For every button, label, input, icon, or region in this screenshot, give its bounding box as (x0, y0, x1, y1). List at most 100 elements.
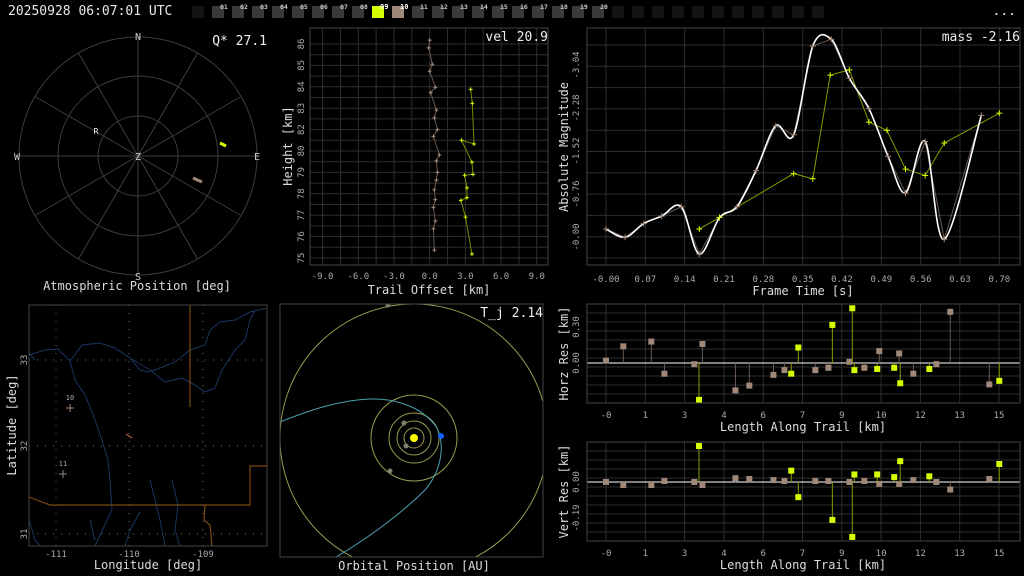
station-09-residual-point (897, 380, 904, 387)
atmospheric-position-polar: NSW EZRQ* 27.1Atmospheric Position [deg] (14, 32, 267, 293)
horizontal-residuals-plot: -0 1 3 4 6 7 9 10 12 13 150.300.00Length Along Tra… (557, 303, 1021, 434)
plot-frame (309, 27, 549, 266)
mass-value: mass -2.16 (942, 30, 1020, 45)
station-09-residual-point (696, 442, 703, 449)
y-tick-label: -1.52 (572, 137, 582, 164)
station-09-residual-point (897, 458, 904, 465)
x-tick-label: 6.0 (493, 272, 509, 282)
station-10-residual-point (910, 477, 917, 484)
plot-frame (586, 303, 1021, 404)
station-10-point (431, 226, 436, 231)
station-10-residual-point (746, 475, 753, 482)
station-09-point (468, 87, 473, 92)
river (29, 519, 41, 546)
river (69, 360, 113, 546)
station-09-point (790, 170, 797, 177)
station-09-track (219, 141, 227, 148)
station-10-residual-point (603, 479, 609, 485)
station-09-residual-point (874, 471, 881, 478)
x-axis-title: Longitude [deg] (94, 558, 202, 572)
station-10-point (431, 205, 436, 210)
x-axis-title: Length Along Trail [km] (720, 558, 886, 572)
station-10-point (865, 105, 872, 112)
station-10-residual-point (732, 475, 739, 482)
station-10-point (434, 108, 439, 113)
state-border (29, 465, 267, 506)
x-tick-label: 15 (994, 411, 1005, 421)
station-10-point (922, 138, 929, 145)
vertical-residuals-plot: -0 1 3 4 6 7 9 10 12 13 150.00-0.19Length Along Tr… (557, 441, 1021, 572)
station-10-residual-point (896, 350, 903, 357)
x-tick-label: 12 (915, 549, 926, 559)
station-09-residual-point (996, 460, 1003, 467)
station-10-residual-point (825, 478, 832, 485)
y-tick-label: 0.00 (572, 471, 582, 493)
station-09-point (922, 172, 929, 179)
station-label: 11 (59, 460, 67, 468)
x-tick-label: -9.0 (312, 272, 334, 282)
y-tick-label: 86 (297, 39, 307, 50)
station-09-residual-point (788, 370, 795, 377)
compass-w: W (14, 152, 21, 163)
station-10-point (809, 43, 816, 50)
orbital-position-plot: T_j 2.14 Orbital Position [AU] (279, 303, 544, 573)
station-10-point (437, 152, 442, 157)
sun-marker (410, 434, 418, 442)
tisserand-value: T_j 2.14 (480, 306, 543, 321)
station-10-residual-point (691, 479, 698, 485)
meteor-ground-track (125, 433, 133, 439)
station-09-residual-point (696, 396, 703, 403)
station-09-point (865, 119, 872, 126)
station-10-residual-point (861, 478, 868, 485)
station-09-residual-point (926, 473, 933, 480)
station-10-residual-point (896, 480, 903, 487)
river (89, 519, 96, 541)
x-tick-label: 1 (643, 549, 648, 559)
orbit-frame (279, 303, 544, 558)
polar-title: Atmospheric Position [deg] (43, 279, 231, 293)
radiant-marker: R (94, 127, 99, 136)
q-star-value: Q* 27.1 (212, 34, 267, 49)
station-10-residual-point (770, 477, 777, 484)
station-09-point (458, 198, 463, 203)
station-09-point (883, 127, 890, 134)
station-09-residual-point (829, 516, 836, 523)
station-09-point (459, 138, 464, 143)
x-tick-label: 0.56 (910, 275, 932, 285)
y-tick-label: 77 (297, 210, 307, 221)
station-10-residual-point (933, 479, 940, 485)
map-frame (28, 304, 268, 547)
station-09-line (460, 89, 475, 255)
station-09-residual-point (851, 471, 858, 478)
station-09-residual-point (891, 474, 898, 481)
station-10-point (435, 170, 440, 175)
x-tick-label: 9.0 (529, 272, 545, 282)
station-09-point (469, 160, 474, 165)
station-10-point (427, 38, 432, 43)
station-10-residual-point (648, 482, 655, 489)
y-axis-title: Height [km] (281, 106, 295, 185)
station-10-residual-point (812, 367, 819, 374)
plot-frame (586, 441, 1021, 542)
x-tick-label: -0 (601, 549, 612, 559)
x-tick-label: 3.0 (457, 272, 473, 282)
station-10-residual-point (910, 370, 917, 377)
station-marker[interactable] (66, 404, 74, 412)
station-10-residual-point (876, 348, 883, 355)
station-10-point (427, 69, 432, 74)
x-tick-label: -6.0 (347, 272, 369, 282)
station-10-residual-point (661, 370, 668, 377)
y-tick-label: 75 (297, 253, 307, 264)
station-10-residual-point (986, 475, 993, 482)
y-tick-label: 82 (297, 124, 307, 135)
station-09-point (469, 252, 474, 257)
x-axis-title: Trail Offset [km] (368, 283, 491, 297)
y-tick-label: -3.04 (572, 51, 582, 78)
x-tick-label: 0.70 (988, 275, 1010, 285)
x-tick-label: 15 (994, 549, 1005, 559)
station-09-residual-point (829, 321, 836, 328)
station-marker[interactable] (59, 470, 67, 478)
station-09-residual-point (795, 494, 802, 501)
station-10-residual-point (947, 486, 954, 493)
station-10-point (432, 248, 437, 253)
